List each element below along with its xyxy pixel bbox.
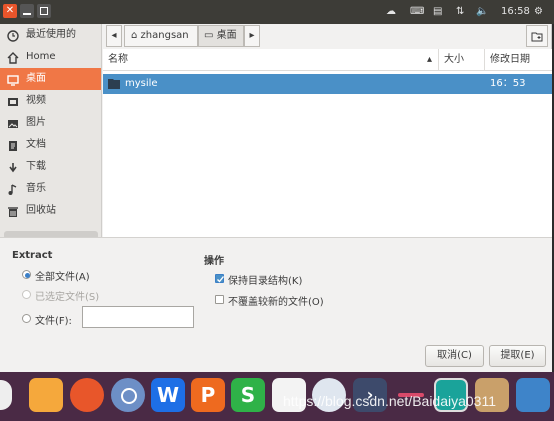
sidebar-item-label: Home: [26, 51, 56, 62]
radio-selected-files: [22, 290, 31, 299]
workspace-icon[interactable]: [516, 378, 550, 412]
wps-spreadsheet-icon[interactable]: S: [231, 378, 265, 412]
sidebar-item-videos[interactable]: 视频: [0, 90, 101, 112]
no-overwrite-checkbox[interactable]: [215, 295, 224, 304]
volume-icon[interactable]: 🔈: [476, 4, 488, 20]
extract-heading: Extract: [12, 250, 53, 261]
wps-presentation-icon[interactable]: P: [191, 378, 225, 412]
clock-icon: [7, 29, 19, 42]
file-list: 名称 ▴ 大小 修改日期 mysile 16：53: [103, 49, 552, 237]
sidebar-item-documents[interactable]: 文档: [0, 134, 101, 156]
maximize-icon[interactable]: [37, 4, 51, 18]
cancel-button[interactable]: 取消(C): [425, 345, 484, 367]
clock[interactable]: 16:58: [501, 4, 530, 20]
wps-writer-icon[interactable]: W: [151, 378, 185, 412]
sidebar-item-label: 最近使用的: [26, 29, 76, 40]
path-back-button[interactable]: ◂: [106, 25, 122, 47]
close-icon[interactable]: ✕: [3, 4, 17, 18]
sidebar-item-label: 图片: [26, 117, 46, 128]
files-pattern-input[interactable]: [82, 306, 194, 328]
desktop-icon: ▭: [204, 30, 214, 41]
selected-files-label: 已选定文件(S): [35, 292, 100, 303]
keep-structure-checkbox[interactable]: [215, 274, 225, 283]
extract-button[interactable]: 提取(E): [489, 345, 546, 367]
all-files-label[interactable]: 全部文件(A): [35, 268, 90, 283]
new-folder-icon: [531, 32, 543, 42]
cloud-download-icon[interactable]: ☁: [386, 4, 396, 20]
sidebar-item-label: 桌面: [26, 73, 46, 84]
keyboard-icon[interactable]: ⌨: [410, 4, 424, 20]
places-sidebar: 最近使用的 Home 桌面 视频 图片 文档 下载 音乐 回收站: [0, 24, 102, 237]
folder-icon: [108, 78, 120, 89]
sidebar-item-music[interactable]: 音乐: [0, 178, 101, 200]
column-header-modified[interactable]: 修改日期: [485, 49, 552, 71]
ubuntu-logo-icon[interactable]: [0, 380, 12, 410]
path-segment-desktop[interactable]: ▭ 桌面: [198, 25, 244, 47]
column-header-size[interactable]: 大小: [439, 49, 485, 71]
table-row[interactable]: mysile 16：53: [103, 74, 552, 94]
radio-all-files[interactable]: [22, 270, 31, 279]
sidebar-item-downloads[interactable]: 下载: [0, 156, 101, 178]
sidebar-item-desktop[interactable]: 桌面: [0, 68, 101, 90]
sidebar-item-label: 视频: [26, 95, 46, 106]
trash-icon: [7, 205, 19, 217]
sort-ascending-icon: ▴: [426, 54, 432, 65]
minimize-icon[interactable]: [20, 4, 34, 18]
sidebar-item-label: 音乐: [26, 183, 46, 194]
keep-structure-label[interactable]: 保持目录结构(K): [228, 272, 302, 287]
home-icon: ⌂: [131, 30, 138, 41]
options-panel: Extract 全部文件(A) 已选定文件(S) 文件(F): 操作 保持目录结…: [0, 237, 552, 372]
files-app-icon[interactable]: [29, 378, 63, 412]
sidebar-item-label: 文档: [26, 139, 46, 150]
film-icon: [7, 95, 19, 107]
music-icon: [7, 183, 19, 195]
picture-icon: [7, 117, 19, 129]
actions-heading: 操作: [204, 256, 224, 267]
file-name: mysile: [125, 78, 158, 89]
document-icon: [7, 139, 19, 151]
network-icon[interactable]: ⇅: [456, 4, 464, 20]
download-icon: [7, 161, 19, 173]
path-forward-button[interactable]: ▸: [244, 25, 260, 47]
sidebar-item-label: 下载: [26, 161, 46, 172]
new-folder-button[interactable]: [526, 25, 548, 47]
no-overwrite-label[interactable]: 不覆盖较新的文件(O): [228, 293, 324, 308]
path-segment-home[interactable]: ⌂ zhangsan: [124, 25, 198, 47]
file-modified: 16：53: [490, 78, 526, 89]
radio-files[interactable]: [22, 314, 31, 323]
browser-icon[interactable]: [111, 378, 145, 412]
path-segment-label: 桌面: [216, 30, 237, 41]
sidebar-item-trash[interactable]: 回收站: [0, 200, 101, 222]
firefox-icon[interactable]: [70, 378, 104, 412]
sidebar-item-label: 回收站: [26, 205, 56, 216]
watermark-text: https://blog.csdn.net/Baidaiya0311: [283, 393, 497, 409]
sidebar-item-home[interactable]: Home: [0, 46, 101, 68]
column-header-name[interactable]: 名称 ▴: [103, 49, 439, 71]
input-method-icon[interactable]: ▤: [433, 4, 442, 20]
top-panel: ✕ ☁ ⌨ ▤ ⇅ 🔈 16:58 ⚙: [0, 0, 554, 24]
sidebar-item-recent[interactable]: 最近使用的: [0, 24, 101, 46]
path-bar: ◂ ⌂ zhangsan ▭ 桌面 ▸: [104, 24, 552, 48]
files-label[interactable]: 文件(F):: [35, 312, 72, 327]
column-header-label: 修改日期: [490, 54, 530, 65]
column-header-label: 大小: [444, 54, 464, 65]
sidebar-item-pictures[interactable]: 图片: [0, 112, 101, 134]
column-header-label: 名称: [108, 54, 128, 65]
checkmark-icon: [217, 276, 225, 283]
desktop-icon: [7, 73, 19, 86]
path-segment-label: zhangsan: [140, 30, 189, 41]
gear-icon[interactable]: ⚙: [534, 4, 543, 20]
home-icon: [7, 51, 19, 64]
